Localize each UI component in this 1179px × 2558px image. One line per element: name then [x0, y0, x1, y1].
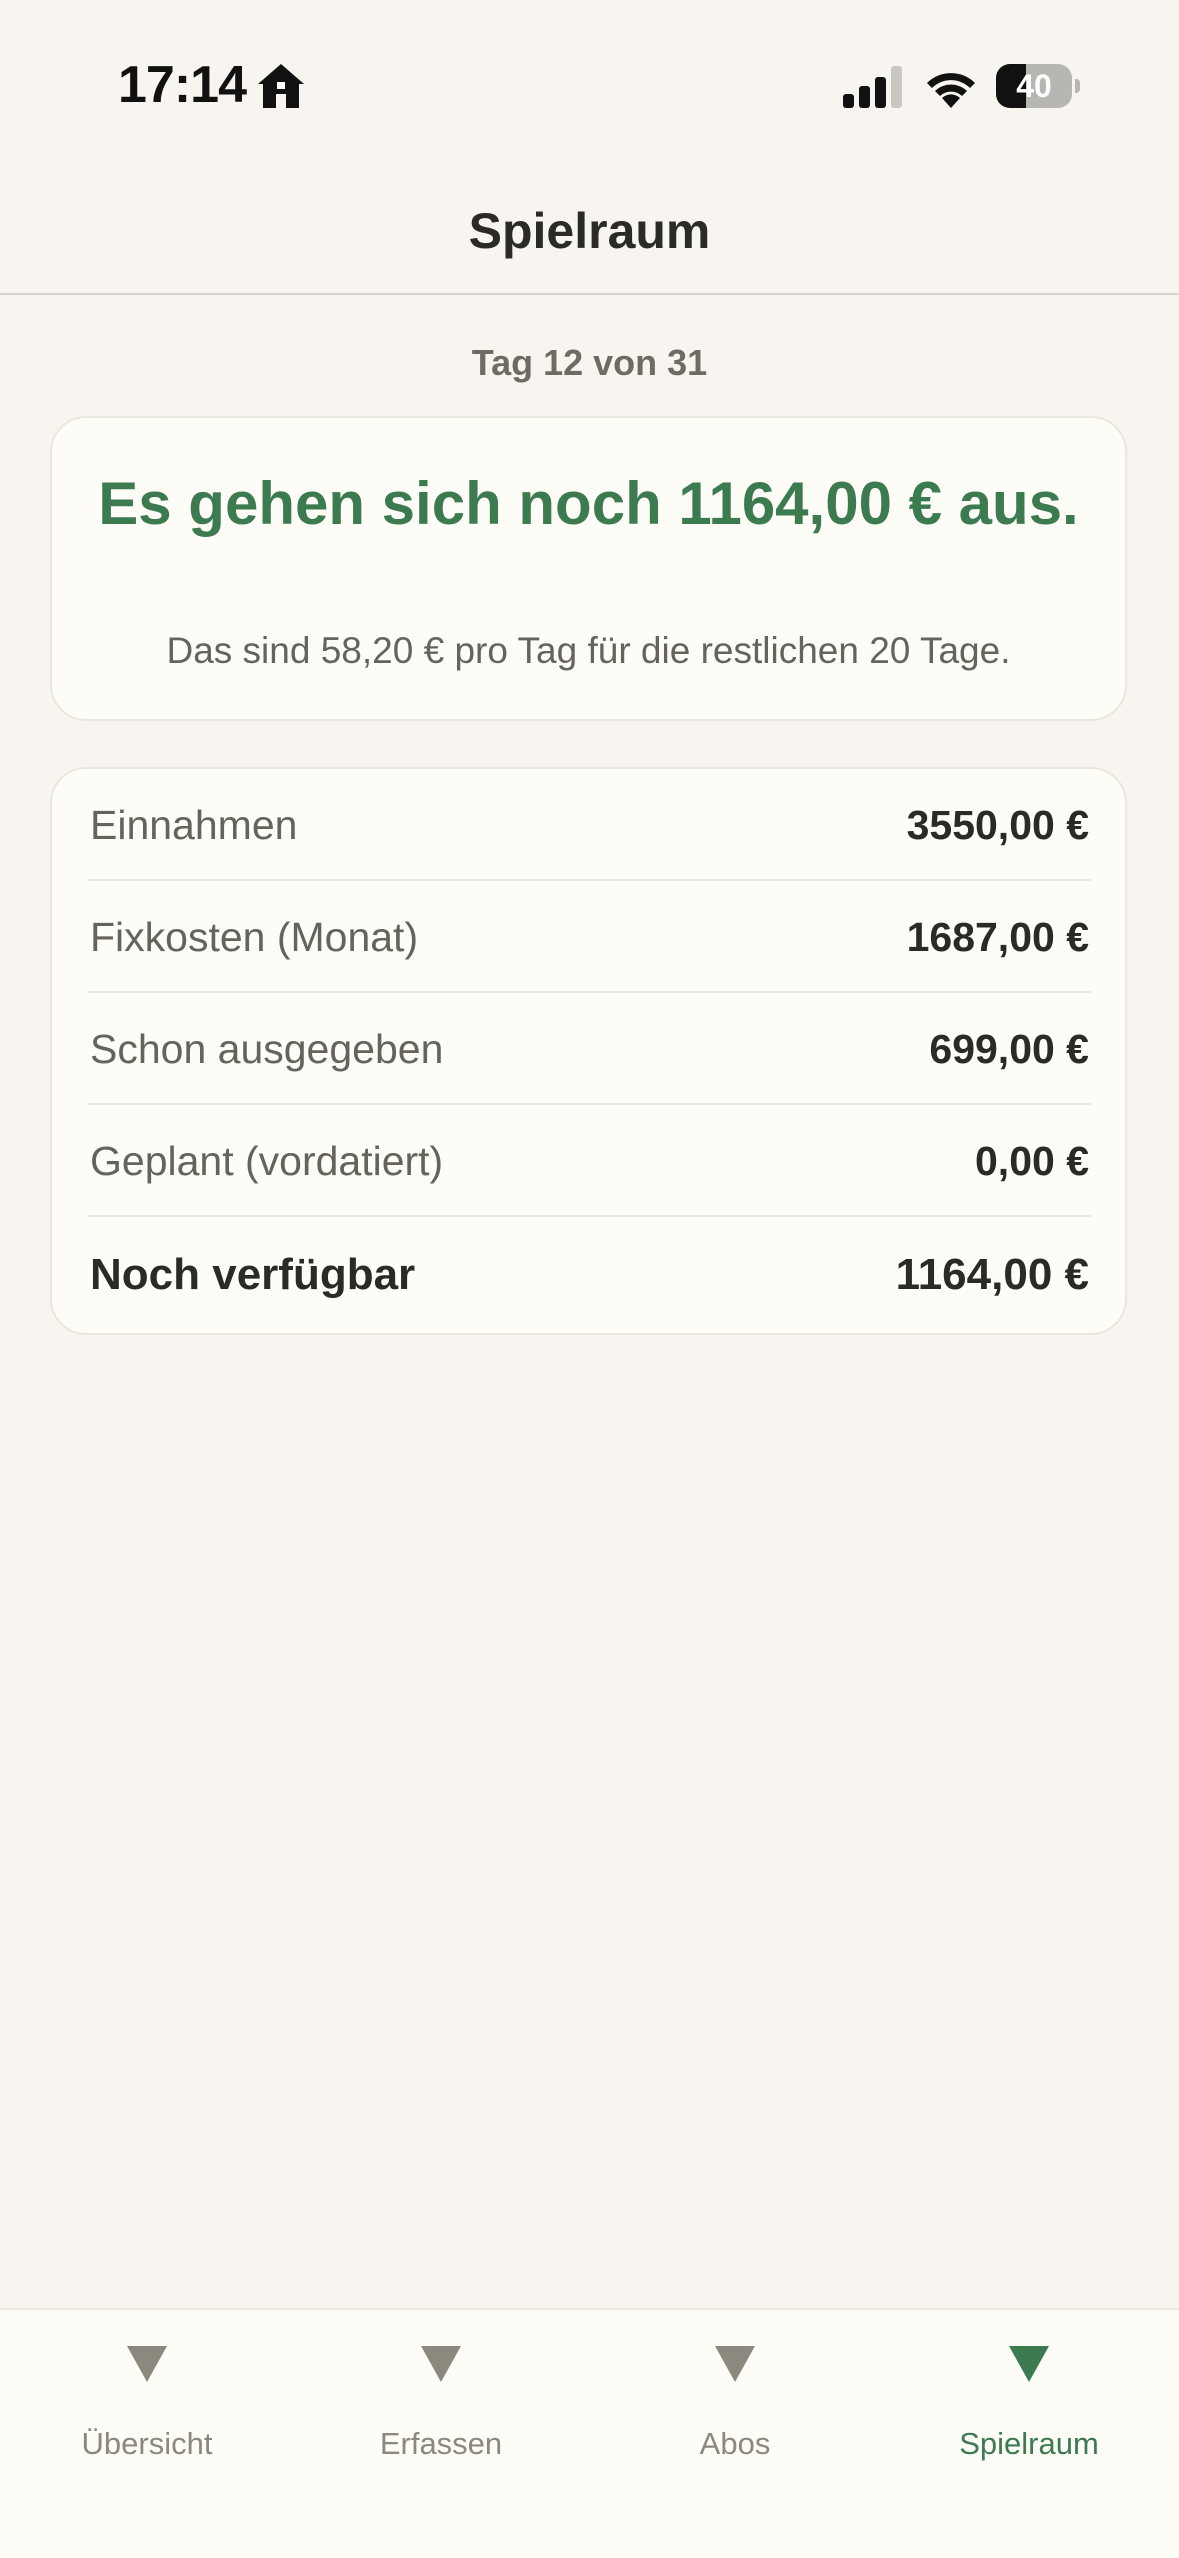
cellular-signal-icon	[843, 66, 902, 108]
triangle-down-icon	[127, 2346, 167, 2382]
triangle-down-icon	[421, 2346, 461, 2382]
tab-capture[interactable]: Erfassen	[294, 2310, 588, 2461]
breakdown-card: Einnahmen 3550,00 € Fixkosten (Monat) 16…	[50, 767, 1127, 1335]
breakdown-row-fixed-costs: Fixkosten (Monat) 1687,00 €	[88, 881, 1091, 993]
row-value: 1164,00 €	[895, 1250, 1089, 1299]
row-label: Einnahmen	[90, 802, 298, 848]
row-label: Fixkosten (Monat)	[90, 914, 419, 960]
row-value: 1687,00 €	[906, 914, 1089, 960]
tab-label: Spielraum	[959, 2426, 1099, 2461]
tab-label: Übersicht	[81, 2426, 213, 2461]
triangle-down-icon	[715, 2346, 755, 2382]
breakdown-row-income: Einnahmen 3550,00 €	[88, 769, 1091, 881]
triangle-down-icon	[1009, 2346, 1049, 2382]
tab-spielraum[interactable]: Spielraum	[882, 2310, 1176, 2461]
navigation-bar: Spielraum	[0, 170, 1179, 295]
status-bar: 17:14 40	[0, 0, 1179, 170]
tab-bar: Übersicht Erfassen Abos Spielraum	[0, 2308, 1179, 2558]
tab-label: Erfassen	[379, 2426, 503, 2461]
wifi-icon	[927, 73, 975, 108]
row-label: Noch verfügbar	[90, 1250, 416, 1299]
battery-level: 40	[1016, 68, 1052, 104]
row-label: Geplant (vordatiert)	[90, 1138, 444, 1184]
summary-card: Es gehen sich noch 1164,00 € aus. Das si…	[50, 416, 1127, 721]
summary-subline: Das sind 58,20 € pro Tag für die restlic…	[166, 630, 1011, 671]
row-value: 699,00 €	[929, 1026, 1089, 1072]
home-icon	[258, 64, 304, 108]
tab-overview[interactable]: Übersicht	[0, 2310, 294, 2461]
row-value: 0,00 €	[975, 1138, 1089, 1184]
row-label: Schon ausgegeben	[90, 1026, 444, 1072]
battery-nub	[1075, 79, 1080, 93]
breakdown-row-planned: Geplant (vordatiert) 0,00 €	[88, 1105, 1091, 1217]
battery-icon: 40	[996, 64, 1080, 108]
tab-subscriptions[interactable]: Abos	[588, 2310, 882, 2461]
summary-headline: Es gehen sich noch 1164,00 € aus.	[98, 470, 1079, 537]
row-value: 3550,00 €	[906, 802, 1089, 848]
battery-body: 40	[996, 64, 1072, 108]
status-time: 17:14	[118, 56, 247, 114]
tab-label: Abos	[699, 2426, 771, 2461]
day-counter: Tag 12 von 31	[471, 342, 708, 383]
breakdown-row-available: Noch verfügbar 1164,00 €	[88, 1219, 1091, 1331]
page-title: Spielraum	[468, 203, 711, 259]
breakdown-row-spent: Schon ausgegeben 699,00 €	[88, 993, 1091, 1105]
